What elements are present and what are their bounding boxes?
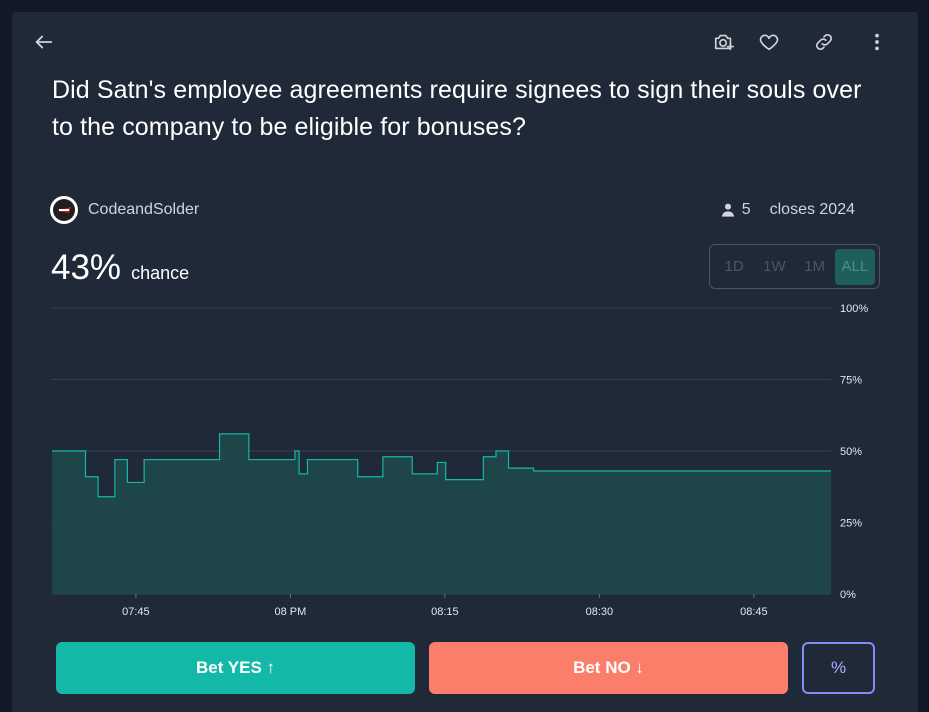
- x-tick-label: 07:45: [122, 606, 150, 618]
- back-arrow-icon[interactable]: [28, 26, 60, 58]
- range-1d[interactable]: 1D: [714, 249, 754, 285]
- range-1m[interactable]: 1M: [795, 249, 835, 285]
- creator-name: CodeandSolder: [88, 201, 200, 218]
- probability-label: chance: [131, 263, 190, 283]
- y-tick-label: 50%: [840, 446, 862, 458]
- x-tick-label: 08:45: [740, 606, 768, 618]
- creator-link[interactable]: CodeandSolder: [50, 196, 199, 224]
- y-tick-label: 0%: [840, 589, 856, 601]
- range-1w[interactable]: 1W: [754, 249, 794, 285]
- x-tick-label: 08 PM: [274, 606, 306, 618]
- market-title: Did Satn's employee agreements require s…: [52, 76, 862, 141]
- market-card: Did Satn's employee agreements require s…: [12, 12, 918, 712]
- market-meta: 5 closes 2024: [720, 201, 855, 219]
- probability-area: [52, 433, 831, 594]
- traders-value: 5: [741, 201, 751, 218]
- traders-count: 5: [720, 201, 751, 219]
- y-tick-label: 100%: [840, 303, 868, 315]
- bet-no-button[interactable]: Bet NO ↓: [429, 642, 788, 694]
- range-all[interactable]: ALL: [834, 248, 875, 285]
- user-icon: [721, 203, 734, 217]
- y-tick-label: 25%: [840, 518, 862, 530]
- avatar: [50, 196, 78, 224]
- x-tick-label: 08:30: [586, 606, 614, 618]
- link-icon[interactable]: [808, 26, 840, 58]
- bet-yes-button[interactable]: Bet YES ↑: [56, 642, 415, 694]
- heart-icon[interactable]: [753, 26, 785, 58]
- more-vertical-icon[interactable]: [861, 26, 893, 58]
- close-date: closes 2024: [769, 201, 855, 218]
- y-tick-label: 75%: [840, 375, 862, 387]
- probability-value: 43%: [51, 248, 122, 287]
- probability-chart[interactable]: 100% 75% 50% 25% 0% 07:45 08 PM 08:15 08:30 08:45: [52, 302, 872, 622]
- x-tick-label: 08:15: [431, 606, 459, 618]
- probability: 43% chance: [51, 248, 189, 288]
- time-range-selector: 1D 1W 1M ALL: [709, 244, 880, 289]
- camera-plus-icon[interactable]: [708, 26, 740, 58]
- percent-toggle-button[interactable]: %: [802, 642, 875, 694]
